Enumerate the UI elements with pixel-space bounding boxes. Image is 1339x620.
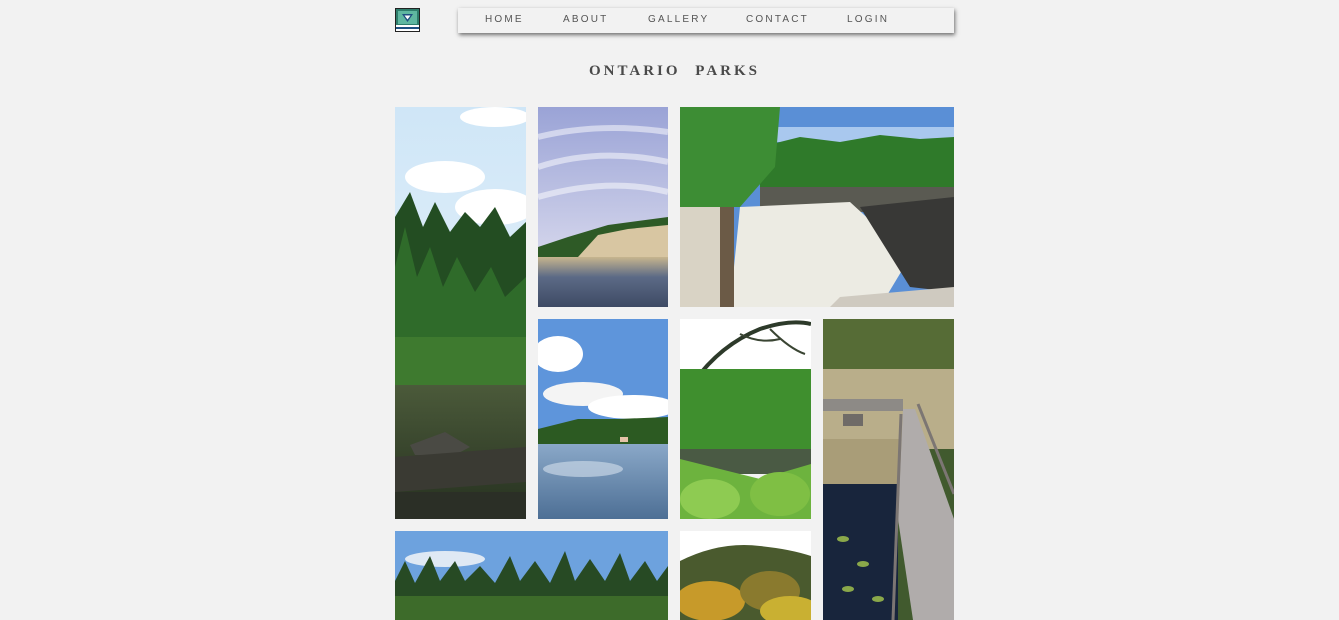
photo-autumn-hills[interactable] [680,531,811,620]
photo-forest-river[interactable] [395,107,526,519]
logo-icon[interactable] [395,8,420,32]
nav-login-link[interactable]: LOGIN [847,8,889,33]
nav-about-link[interactable]: ABOUT [563,8,608,33]
photo-waterfall[interactable] [680,107,954,307]
page-title: ONTARIO PARKS [588,63,761,79]
photo-cliff-lake[interactable] [538,107,668,307]
photo-forest-overlook[interactable] [680,319,811,519]
nav-home-link[interactable]: HOME [485,8,524,33]
main-nav: HOME ABOUT GALLERY CONTACT LOGIN [458,8,954,33]
photo-pine-forest[interactable] [395,531,668,620]
nav-gallery-link[interactable]: GALLERY [648,8,709,33]
nav-contact-link[interactable]: CONTACT [746,8,809,33]
photo-boardwalk-marsh[interactable] [823,319,954,620]
photo-lake-clouds[interactable] [538,319,668,519]
